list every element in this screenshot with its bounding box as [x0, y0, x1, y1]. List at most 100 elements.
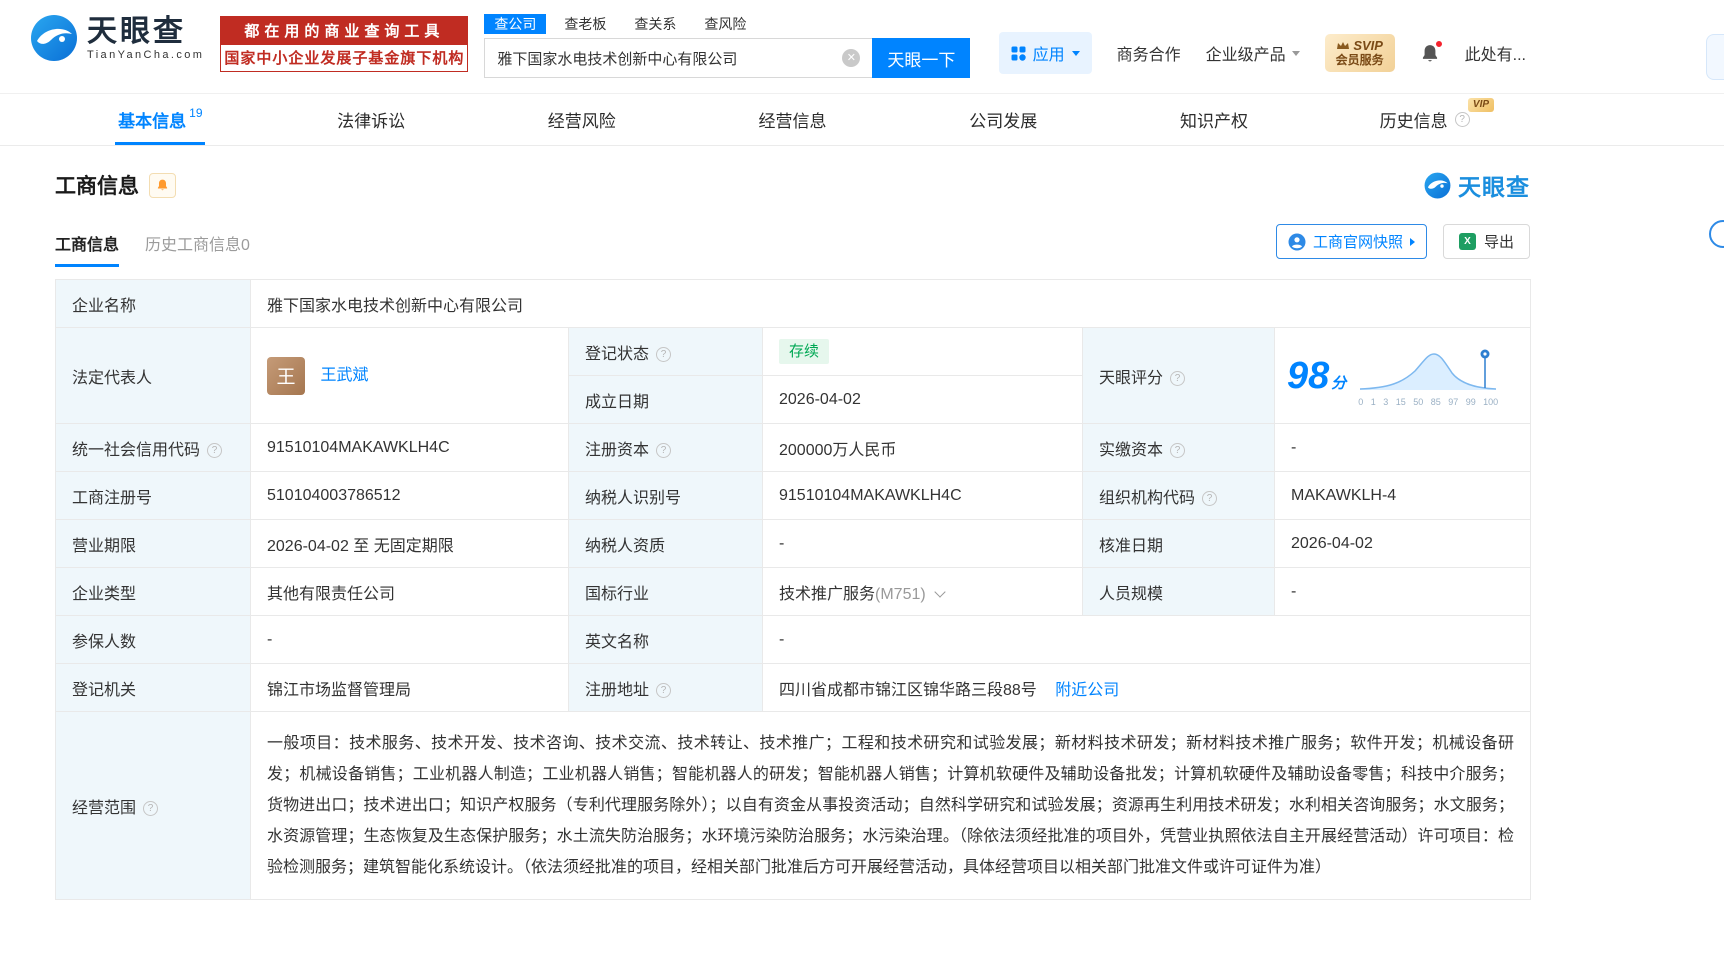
tab-history-info[interactable]: 历史信息 VIP — [1319, 94, 1530, 145]
help-icon[interactable] — [656, 682, 672, 698]
industry-value-text: 技术推广服务 — [779, 585, 876, 603]
value-company-name: 雅下国家水电技术创新中心有限公司 — [249, 279, 1532, 328]
help-icon[interactable] — [1170, 370, 1186, 386]
tab-intellectual-property[interactable]: 知识产权 — [1109, 94, 1320, 145]
promo-badge: 都在用的商业查询工具 国家中小企业发展子基金旗下机构 — [220, 16, 469, 72]
menu-more[interactable]: 此处有... — [1465, 41, 1526, 65]
label-reg-capital: 注册资本 — [568, 423, 763, 472]
page-title: 工商信息 — [55, 175, 139, 198]
subtab-history-business-info[interactable]: 历史工商信息0 — [145, 231, 250, 267]
section-actions: 工商官网快照 导出 — [1275, 224, 1530, 267]
value-industry: 技术推广服务(M751) — [762, 567, 1083, 616]
tab-legal-litigation[interactable]: 法律诉讼 — [266, 94, 477, 145]
svip-badge[interactable]: SVIP 会员服务 — [1324, 34, 1395, 72]
value-score: 98 分 0 1 3 15 50 85 97 99 100 — [1273, 327, 1532, 424]
value-reg-address: 四川省成都市锦江区锦华路三段88号 附近公司 — [761, 663, 1532, 712]
label-reg-address: 注册地址 — [568, 663, 763, 712]
value-legal-rep: 王 王武斌 — [250, 327, 569, 424]
label-company-type: 企业类型 — [55, 567, 251, 616]
search-tab-boss[interactable]: 查老板 — [554, 14, 616, 34]
label-score: 天眼评分 — [1082, 327, 1275, 424]
score-label-text: 天眼评分 — [1099, 369, 1164, 387]
reg-status-label-text: 登记状态 — [585, 345, 650, 363]
tab-label: 知识产权 — [1179, 112, 1248, 131]
top-menu: 应用 商务合作 企业级产品 SVIP 会员服务 此处有... — [998, 32, 1526, 74]
tab-count: 19 — [189, 105, 203, 120]
help-icon[interactable] — [143, 800, 159, 816]
label-insured-count: 参保人数 — [55, 615, 251, 664]
menu-cooperation[interactable]: 商务合作 — [1117, 41, 1181, 65]
search-tab-risk[interactable]: 查风险 — [694, 14, 756, 34]
tab-basic-info[interactable]: 基本信息 19 — [55, 94, 266, 145]
chevron-down-icon — [1071, 50, 1080, 56]
search-tab-relation[interactable]: 查关系 — [624, 14, 686, 34]
industry-code: (M751) — [875, 585, 926, 603]
tab-operation-risk[interactable]: 经营风险 — [476, 94, 687, 145]
search-input[interactable] — [485, 39, 873, 77]
chevron-down-icon[interactable] — [934, 585, 946, 598]
snapshot-label: 工商官网快照 — [1312, 234, 1403, 251]
menu-enterprise[interactable]: 企业级产品 — [1206, 41, 1300, 65]
label-reg-status: 登记状态 — [568, 327, 763, 376]
search-row: 天眼一下 — [484, 38, 971, 78]
search-button[interactable]: 天眼一下 — [872, 38, 971, 78]
monitor-bell-icon[interactable] — [149, 172, 176, 198]
tab-label: 经营风险 — [547, 112, 616, 131]
official-snapshot-button[interactable]: 工商官网快照 — [1275, 224, 1427, 259]
search-tab-company[interactable]: 查公司 — [484, 14, 547, 34]
subtab-business-info[interactable]: 工商信息 — [55, 231, 120, 267]
value-establish-date: 2026-04-02 — [762, 375, 1083, 424]
cooperation-label: 商务合作 — [1116, 47, 1181, 64]
notification-dot — [1434, 39, 1443, 48]
tab-company-development[interactable]: 公司发展 — [898, 94, 1109, 145]
label-paid-capital: 实缴资本 — [1082, 423, 1275, 472]
business-scope-label-text: 经营范围 — [72, 799, 137, 817]
value-insured-count: - — [250, 615, 569, 664]
value-approval-date: 2026-04-02 — [1273, 519, 1532, 568]
notification-bell-icon[interactable] — [1420, 39, 1443, 64]
nearby-companies-link[interactable]: 附近公司 — [1055, 682, 1119, 699]
label-legal-rep: 法定代表人 — [55, 327, 251, 424]
label-credit-code: 统一社会信用代码 — [55, 423, 251, 472]
tab-operation-info[interactable]: 经营信息 — [687, 94, 898, 145]
apps-button[interactable]: 应用 — [998, 32, 1092, 74]
help-icon[interactable] — [656, 346, 672, 362]
score-chart-ticks: 0 1 3 15 50 85 97 99 100 — [1358, 397, 1499, 407]
credit-code-label-text: 统一社会信用代码 — [72, 441, 201, 459]
logo-texts: 天眼查 TianYanCha.com — [87, 15, 204, 61]
svip-bottom-label: 会员服务 — [1335, 53, 1384, 67]
enterprise-label: 企业级产品 — [1205, 47, 1286, 64]
logo-brand: 天眼查 — [87, 15, 186, 48]
value-business-scope: 一般项目：技术服务、技术开发、技术咨询、技术交流、技术转让、技术推广；工程和技术… — [249, 711, 1532, 900]
value-english-name: - — [761, 615, 1532, 664]
help-icon[interactable] — [207, 442, 223, 458]
more-label: 此处有... — [1464, 47, 1526, 64]
label-taxpayer-id: 纳税人识别号 — [568, 471, 763, 520]
legal-rep-link[interactable]: 王武斌 — [320, 367, 368, 384]
org-code-label-text: 组织机构代码 — [1099, 489, 1196, 507]
label-staff-size: 人员规模 — [1082, 567, 1275, 616]
export-button[interactable]: 导出 — [1442, 224, 1530, 259]
export-label: 导出 — [1483, 234, 1514, 251]
floating-widget-dot[interactable] — [1709, 220, 1724, 248]
tab-label: 公司发展 — [969, 112, 1038, 131]
reg-address-label-text: 注册地址 — [585, 681, 650, 699]
score-unit: 分 — [1331, 375, 1347, 392]
legal-rep-avatar[interactable]: 王 — [267, 356, 305, 395]
tianyancha-logo[interactable]: 天眼查 TianYanCha.com — [30, 14, 204, 62]
logo-eye-icon — [31, 15, 77, 61]
floating-widget-top[interactable] — [1706, 34, 1724, 80]
value-paid-capital: - — [1273, 423, 1532, 472]
status-badge: 存续 — [779, 339, 830, 364]
help-icon[interactable] — [1454, 112, 1470, 127]
search-input-wrap — [484, 38, 873, 78]
business-info-table: 企业名称 雅下国家水电技术创新中心有限公司 法定代表人 王 王武斌 登记状态 存… — [55, 279, 1532, 900]
label-business-term: 营业期限 — [55, 519, 251, 568]
help-icon[interactable] — [656, 442, 672, 458]
snapshot-icon — [1288, 233, 1306, 250]
reg-capital-label-text: 注册资本 — [585, 441, 650, 459]
label-company-name: 企业名称 — [55, 279, 251, 328]
help-icon[interactable] — [1170, 442, 1186, 458]
label-industry: 国标行业 — [568, 567, 763, 616]
help-icon[interactable] — [1202, 490, 1218, 506]
